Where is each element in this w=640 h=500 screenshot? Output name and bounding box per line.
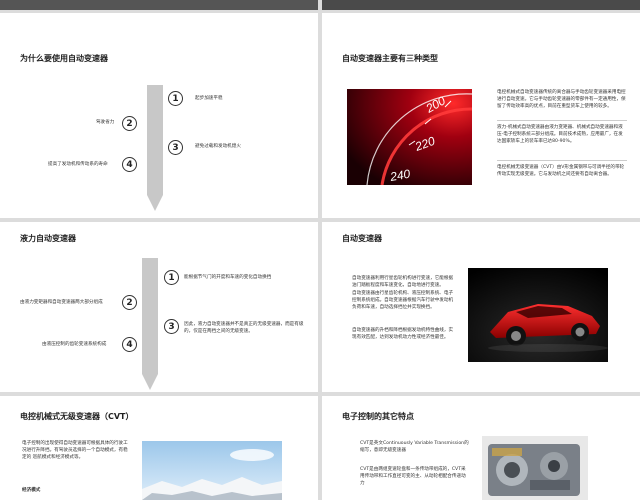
- step-text-4: 由液压控制的齿轮变速系统构成: [42, 342, 107, 347]
- step-number-2: 2: [122, 116, 137, 131]
- step-text-3: 避免过载和发动机熄火: [195, 144, 241, 149]
- step-text-3: 因此，液力自动变速器并不是真正的无级变速器，而是有级的，仅是在两挡之间的无级变速…: [184, 322, 304, 334]
- slide-cvt[interactable]: 电控机械式无级变速器（CVT） 电子控制的出现使得自动变速器可根据具体的行驶工况…: [0, 396, 318, 500]
- slide-strip-left[interactable]: [0, 0, 318, 10]
- down-arrow-graphic: [142, 258, 158, 390]
- red-sports-car-image: [468, 268, 608, 362]
- description-3: 自动变速器的升档和降档根据发动机特性曲线，实现有效匹配，达到发动机动力性或经济性…: [352, 328, 454, 340]
- speedometer-image: 200 220 240: [347, 89, 472, 185]
- step-text-1: 起步加速平稳: [195, 96, 223, 101]
- down-arrow-graphic: [147, 85, 163, 211]
- slide-title: 为什么要使用自动变速器: [20, 54, 108, 63]
- step-number-3: 3: [164, 319, 179, 334]
- description-2: CVT是由两组变速轮盘和一条传动带组成的，CVT采用传动带和工作直径可变的主、从…: [360, 467, 466, 486]
- step-number-4: 4: [122, 157, 137, 172]
- description-1: 电子控制的出现使得自动变速器可根据具体的行驶工况进行升降挡。有驾驶员选择的一个自…: [22, 441, 128, 460]
- divider: [497, 160, 627, 161]
- step-text-2: 由液力变矩器和自动变速器两大部分组成: [20, 300, 103, 305]
- slide-title: 电子控制的其它特点: [342, 412, 414, 421]
- type-description-2: 液力-机械式自动变速器由液力变矩器、机械式自动变速器和液压-电子控制系统三部分组…: [497, 125, 623, 144]
- description-2: 自动变速器由行星齿轮机构、液压控制系统、电子控制系统组成。自动变速器根据汽车行驶…: [352, 291, 454, 310]
- step-number-1: 1: [168, 91, 183, 106]
- slide-title: 电控机械式无级变速器（CVT）: [20, 412, 134, 421]
- slide-strip-right[interactable]: [322, 0, 640, 10]
- step-number-2: 2: [122, 295, 137, 310]
- type-description-1: 电控机械式自动变速器传统的离合器与手动齿轮变速器采用电控进行自动变速。它与手动齿…: [497, 90, 626, 109]
- subheading: 经济模式: [22, 488, 41, 493]
- divider: [497, 120, 627, 121]
- snow-mountain-image: [142, 441, 282, 500]
- type-description-3: 电控机械无级变速器（CVT）由V形金属钢带与可调半径的带轮传动实现无级变速。它与…: [497, 165, 625, 177]
- slide-automatic-transmission[interactable]: 自动变速器 自动变速器利用行星齿轮机构进行变速，它能根据油门踏板程度和车速变化，…: [322, 222, 640, 392]
- cvt-gearbox-image: [482, 436, 588, 500]
- step-text-1: 能根据节气门的开度和车速的变化自动换挡: [184, 275, 272, 280]
- slide-three-types[interactable]: 自动变速器主要有三种类型 200 220 240 电控机械式自动变速器传统的离合…: [322, 13, 640, 218]
- slide-why-automatic[interactable]: 为什么要使用自动变速器 1 起步加速平稳 2 驾驶省力 3 避免过载和发动机熄火…: [0, 13, 318, 218]
- slide-title: 液力自动变速器: [20, 234, 76, 243]
- step-number-1: 1: [164, 270, 179, 285]
- step-text-4: 提高了发动机和传动系的寿命: [48, 162, 108, 167]
- step-number-4: 4: [122, 337, 137, 352]
- slide-other-features[interactable]: 电子控制的其它特点 CVT是英文Continuously Variable Tr…: [322, 396, 640, 500]
- slide-title: 自动变速器: [342, 234, 382, 243]
- step-number-3: 3: [168, 140, 183, 155]
- slide-title: 自动变速器主要有三种类型: [342, 54, 438, 63]
- description-1: 自动变速器利用行星齿轮机构进行变速，它能根据油门踏板程度和车速变化，自动地进行变…: [352, 276, 454, 288]
- step-text-2: 驾驶省力: [96, 120, 115, 125]
- slide-hydraulic-transmission[interactable]: 液力自动变速器 1 能根据节气门的开度和车速的变化自动换挡 2 由液力变矩器和自…: [0, 222, 318, 392]
- description-1: CVT是英文Continuously Variable Transmission…: [360, 441, 469, 453]
